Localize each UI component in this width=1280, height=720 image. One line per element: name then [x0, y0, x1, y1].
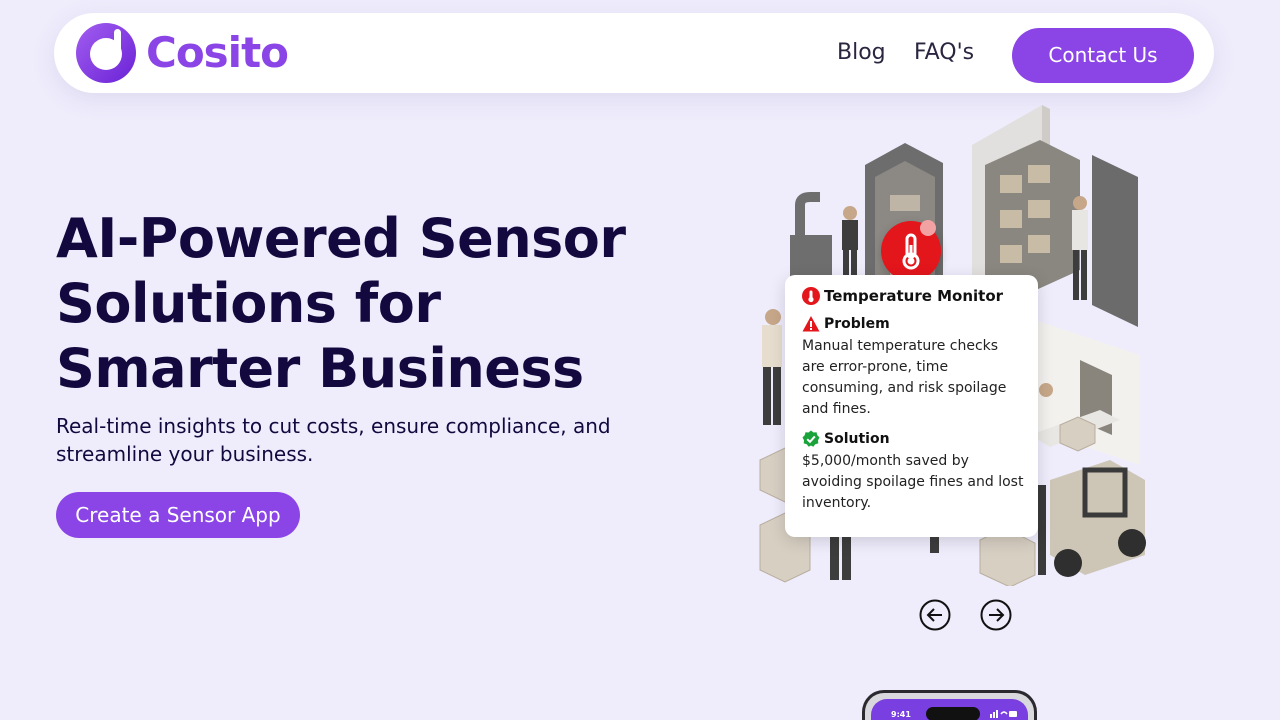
- brand[interactable]: Cosito: [76, 23, 289, 83]
- card-title: Temperature Monitor: [824, 287, 1004, 305]
- brand-name: Cosito: [146, 28, 289, 77]
- verified-check-icon: [802, 430, 820, 447]
- problem-heading: Problem: [824, 316, 890, 332]
- carousel-prev-button[interactable]: [919, 599, 951, 631]
- landing-page: Cosito Blog FAQ's Contact Us AI-Powered …: [0, 0, 1280, 720]
- phone-status-icons: [990, 710, 1017, 718]
- phone-time: 9:41: [891, 710, 911, 719]
- temperature-monitor-card: Temperature Monitor Problem Manual tempe…: [785, 275, 1038, 537]
- hero-title: AI-Powered Sensor Solutions for Smarter …: [56, 207, 626, 400]
- problem-text: Manual temperature checks are error-pron…: [802, 338, 1007, 417]
- arrow-left-circle-icon: [919, 599, 951, 631]
- warning-icon: [802, 316, 820, 332]
- card-header: Temperature Monitor: [802, 287, 1024, 305]
- arrow-right-circle-icon: [980, 599, 1012, 631]
- phone-screen: 9:41: [871, 699, 1028, 720]
- navbar: Cosito Blog FAQ's Contact Us: [54, 13, 1214, 93]
- solution-section: Solution $5,000/month saved by avoiding …: [802, 430, 1024, 514]
- create-sensor-app-button[interactable]: Create a Sensor App: [56, 492, 300, 538]
- cosito-logo-icon: [76, 23, 136, 83]
- notification-dot: [920, 220, 936, 236]
- carousel-next-button[interactable]: [980, 599, 1012, 631]
- contact-us-button[interactable]: Contact Us: [1012, 28, 1194, 83]
- solution-text: $5,000/month saved by avoiding spoilage …: [802, 453, 1024, 511]
- hero-subtitle: Real-time insights to cut costs, ensure …: [56, 414, 611, 466]
- nav-link-faqs[interactable]: FAQ's: [914, 39, 974, 67]
- nav-link-blog[interactable]: Blog: [837, 39, 886, 67]
- phone-mockup: 9:41: [862, 690, 1037, 720]
- solution-heading: Solution: [824, 431, 890, 447]
- problem-section: Problem Manual temperature checks are er…: [802, 315, 1024, 420]
- thermometer-small-icon: [802, 287, 820, 305]
- phone-notch: [926, 707, 980, 720]
